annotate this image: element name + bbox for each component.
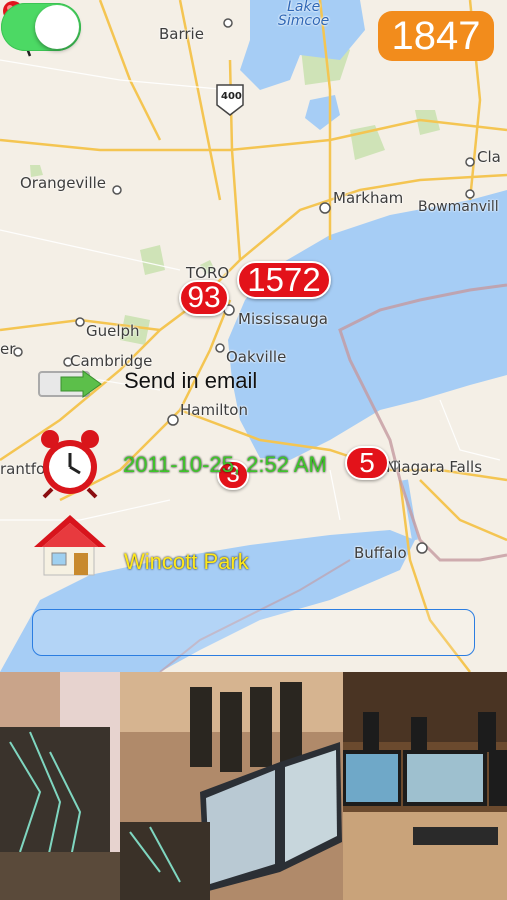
photo-image (120, 672, 343, 900)
note-input[interactable] (32, 609, 475, 656)
photo-strip[interactable] (0, 672, 507, 900)
map-label-highway-400: 400 (221, 91, 242, 102)
alarm-clock-icon[interactable] (38, 427, 102, 499)
place-label[interactable]: Wincott Park (124, 549, 249, 575)
map-badge-count[interactable]: 5 (345, 446, 389, 480)
map-label-cla: Cla (477, 148, 501, 166)
battery-arrow-icon[interactable] (37, 368, 103, 400)
map-label-barrie: Barrie (159, 25, 204, 43)
map-badge-count[interactable]: 1572 (237, 261, 331, 299)
map-view[interactable]: Barrie Lake Simcoe 400 Orangeville Markh… (0, 0, 507, 672)
map-label-mississauga: Mississauga (238, 310, 328, 328)
send-email-label[interactable]: Send in email (124, 368, 257, 394)
toggle-knob (35, 5, 79, 49)
map-label-orangeville: Orangeville (20, 174, 107, 192)
tracking-toggle[interactable] (1, 3, 81, 51)
timestamp-label[interactable]: 2011-10-25, 2:52 AM (123, 452, 327, 478)
photo-image (0, 672, 120, 900)
photo-thumbnail[interactable] (343, 672, 507, 900)
map-label-guelph: Guelph (86, 322, 140, 340)
map-label-buffalo: Buffalo (354, 544, 407, 562)
map-badge-count[interactable]: 93 (179, 280, 229, 316)
map-label-bowmanville: Bowmanvill (418, 199, 499, 215)
map-label-oakville: Oakville (226, 348, 287, 366)
photo-thumbnail[interactable] (0, 672, 120, 900)
map-label-markham: Markham (333, 189, 404, 207)
map-label-hamilton: Hamilton (180, 401, 248, 419)
map-label-lake-simcoe: Lake Simcoe (278, 0, 330, 29)
house-icon[interactable] (34, 511, 106, 579)
photo-image (343, 672, 507, 900)
photo-thumbnail-selected[interactable] (120, 672, 343, 900)
counter-badge: 1847 (378, 11, 494, 61)
map-label-er: er (0, 340, 16, 358)
map-label-niagara-falls: Niagara Falls (386, 458, 483, 476)
